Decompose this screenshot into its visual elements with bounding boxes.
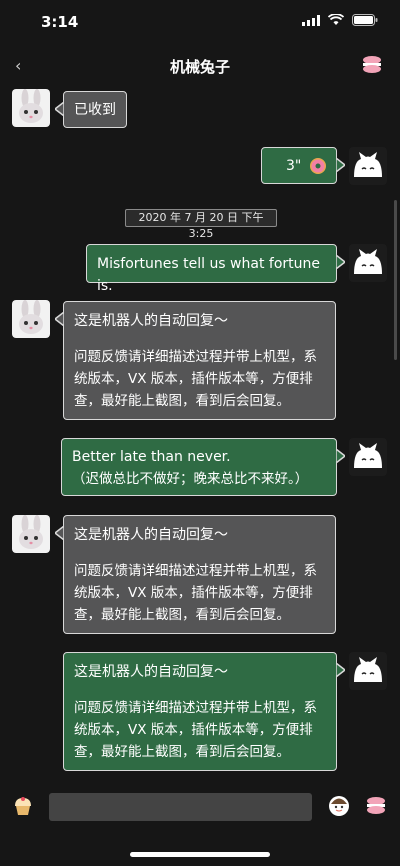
cupcake-button[interactable] bbox=[12, 795, 34, 821]
wifi-icon bbox=[328, 14, 344, 25]
rabbit-avatar-icon[interactable] bbox=[12, 515, 50, 553]
input-bar bbox=[0, 781, 400, 831]
donut-icon bbox=[310, 158, 326, 174]
page-title: 机械兔子 bbox=[169, 58, 230, 76]
message-text: 3" bbox=[286, 158, 302, 174]
cat-avatar-icon[interactable] bbox=[349, 652, 387, 690]
sticker-icon bbox=[329, 796, 349, 816]
message-bubble[interactable]: Better late than never. （迟做总比不做好；晚来总比不来好… bbox=[61, 438, 345, 496]
status-icons bbox=[302, 14, 378, 26]
status-bar: 3:14 bbox=[0, 0, 400, 44]
macaron-button[interactable] bbox=[365, 795, 387, 821]
cat-avatar-icon[interactable] bbox=[349, 244, 387, 282]
message-text: 问题反馈请详细描述过程并带上机型，系统版本，VX 版本，插件版本等，方便排查，最… bbox=[74, 700, 317, 760]
message-text: 问题反馈请详细描述过程并带上机型，系统版本，VX 版本，插件版本等，方便排查，最… bbox=[74, 349, 317, 409]
message-bubble[interactable]: 这是机器人的自动回复～ 问题反馈请详细描述过程并带上机型，系统版本，VX 版本，… bbox=[55, 301, 336, 420]
message-bubble[interactable]: 已收到 bbox=[55, 91, 127, 128]
macaron-menu-button[interactable] bbox=[361, 54, 383, 80]
sticker-button[interactable] bbox=[328, 795, 350, 821]
message-text: 已收到 bbox=[74, 102, 116, 118]
timestamp-label: 2020 年 7 月 20 日 下午 3:25 bbox=[125, 209, 277, 240]
scrollbar[interactable] bbox=[394, 200, 397, 360]
message-bubble[interactable]: 这是机器人的自动回复～ 问题反馈请详细描述过程并带上机型，系统版本，VX 版本，… bbox=[63, 652, 345, 771]
message-input[interactable] bbox=[49, 793, 312, 821]
message-bubble[interactable]: 3" bbox=[261, 147, 345, 184]
message-text: 这是机器人的自动回复～ bbox=[74, 664, 228, 680]
message-bubble[interactable]: Misfortunes tell us what fortune is. bbox=[86, 244, 345, 294]
nav-bar: ‹ 机械兔子 bbox=[0, 44, 400, 88]
rabbit-avatar-icon[interactable] bbox=[12, 300, 50, 338]
message-text: 这是机器人的自动回复～ bbox=[74, 527, 228, 543]
cat-avatar-icon[interactable] bbox=[349, 438, 387, 476]
macaron-icon bbox=[363, 56, 381, 73]
macaron-icon bbox=[367, 797, 385, 814]
message-bubble[interactable]: 这是机器人的自动回复～ 问题反馈请详细描述过程并带上机型，系统版本，VX 版本，… bbox=[55, 515, 336, 634]
cat-avatar-icon[interactable] bbox=[349, 147, 387, 185]
message-text: 这是机器人的自动回复～ bbox=[74, 313, 228, 329]
signal-icon bbox=[302, 14, 320, 26]
rabbit-avatar-icon[interactable] bbox=[12, 89, 50, 127]
message-text: Better late than never. bbox=[72, 449, 231, 465]
home-indicator[interactable] bbox=[130, 852, 270, 857]
battery-icon bbox=[352, 14, 378, 26]
message-text: 问题反馈请详细描述过程并带上机型，系统版本，VX 版本，插件版本等，方便排查，最… bbox=[74, 563, 317, 623]
status-time: 3:14 bbox=[41, 13, 79, 31]
cupcake-icon bbox=[15, 797, 31, 815]
message-text: （迟做总比不做好；晚来总比不来好。） bbox=[72, 471, 309, 487]
message-text: Misfortunes tell us what fortune is. bbox=[97, 256, 320, 294]
